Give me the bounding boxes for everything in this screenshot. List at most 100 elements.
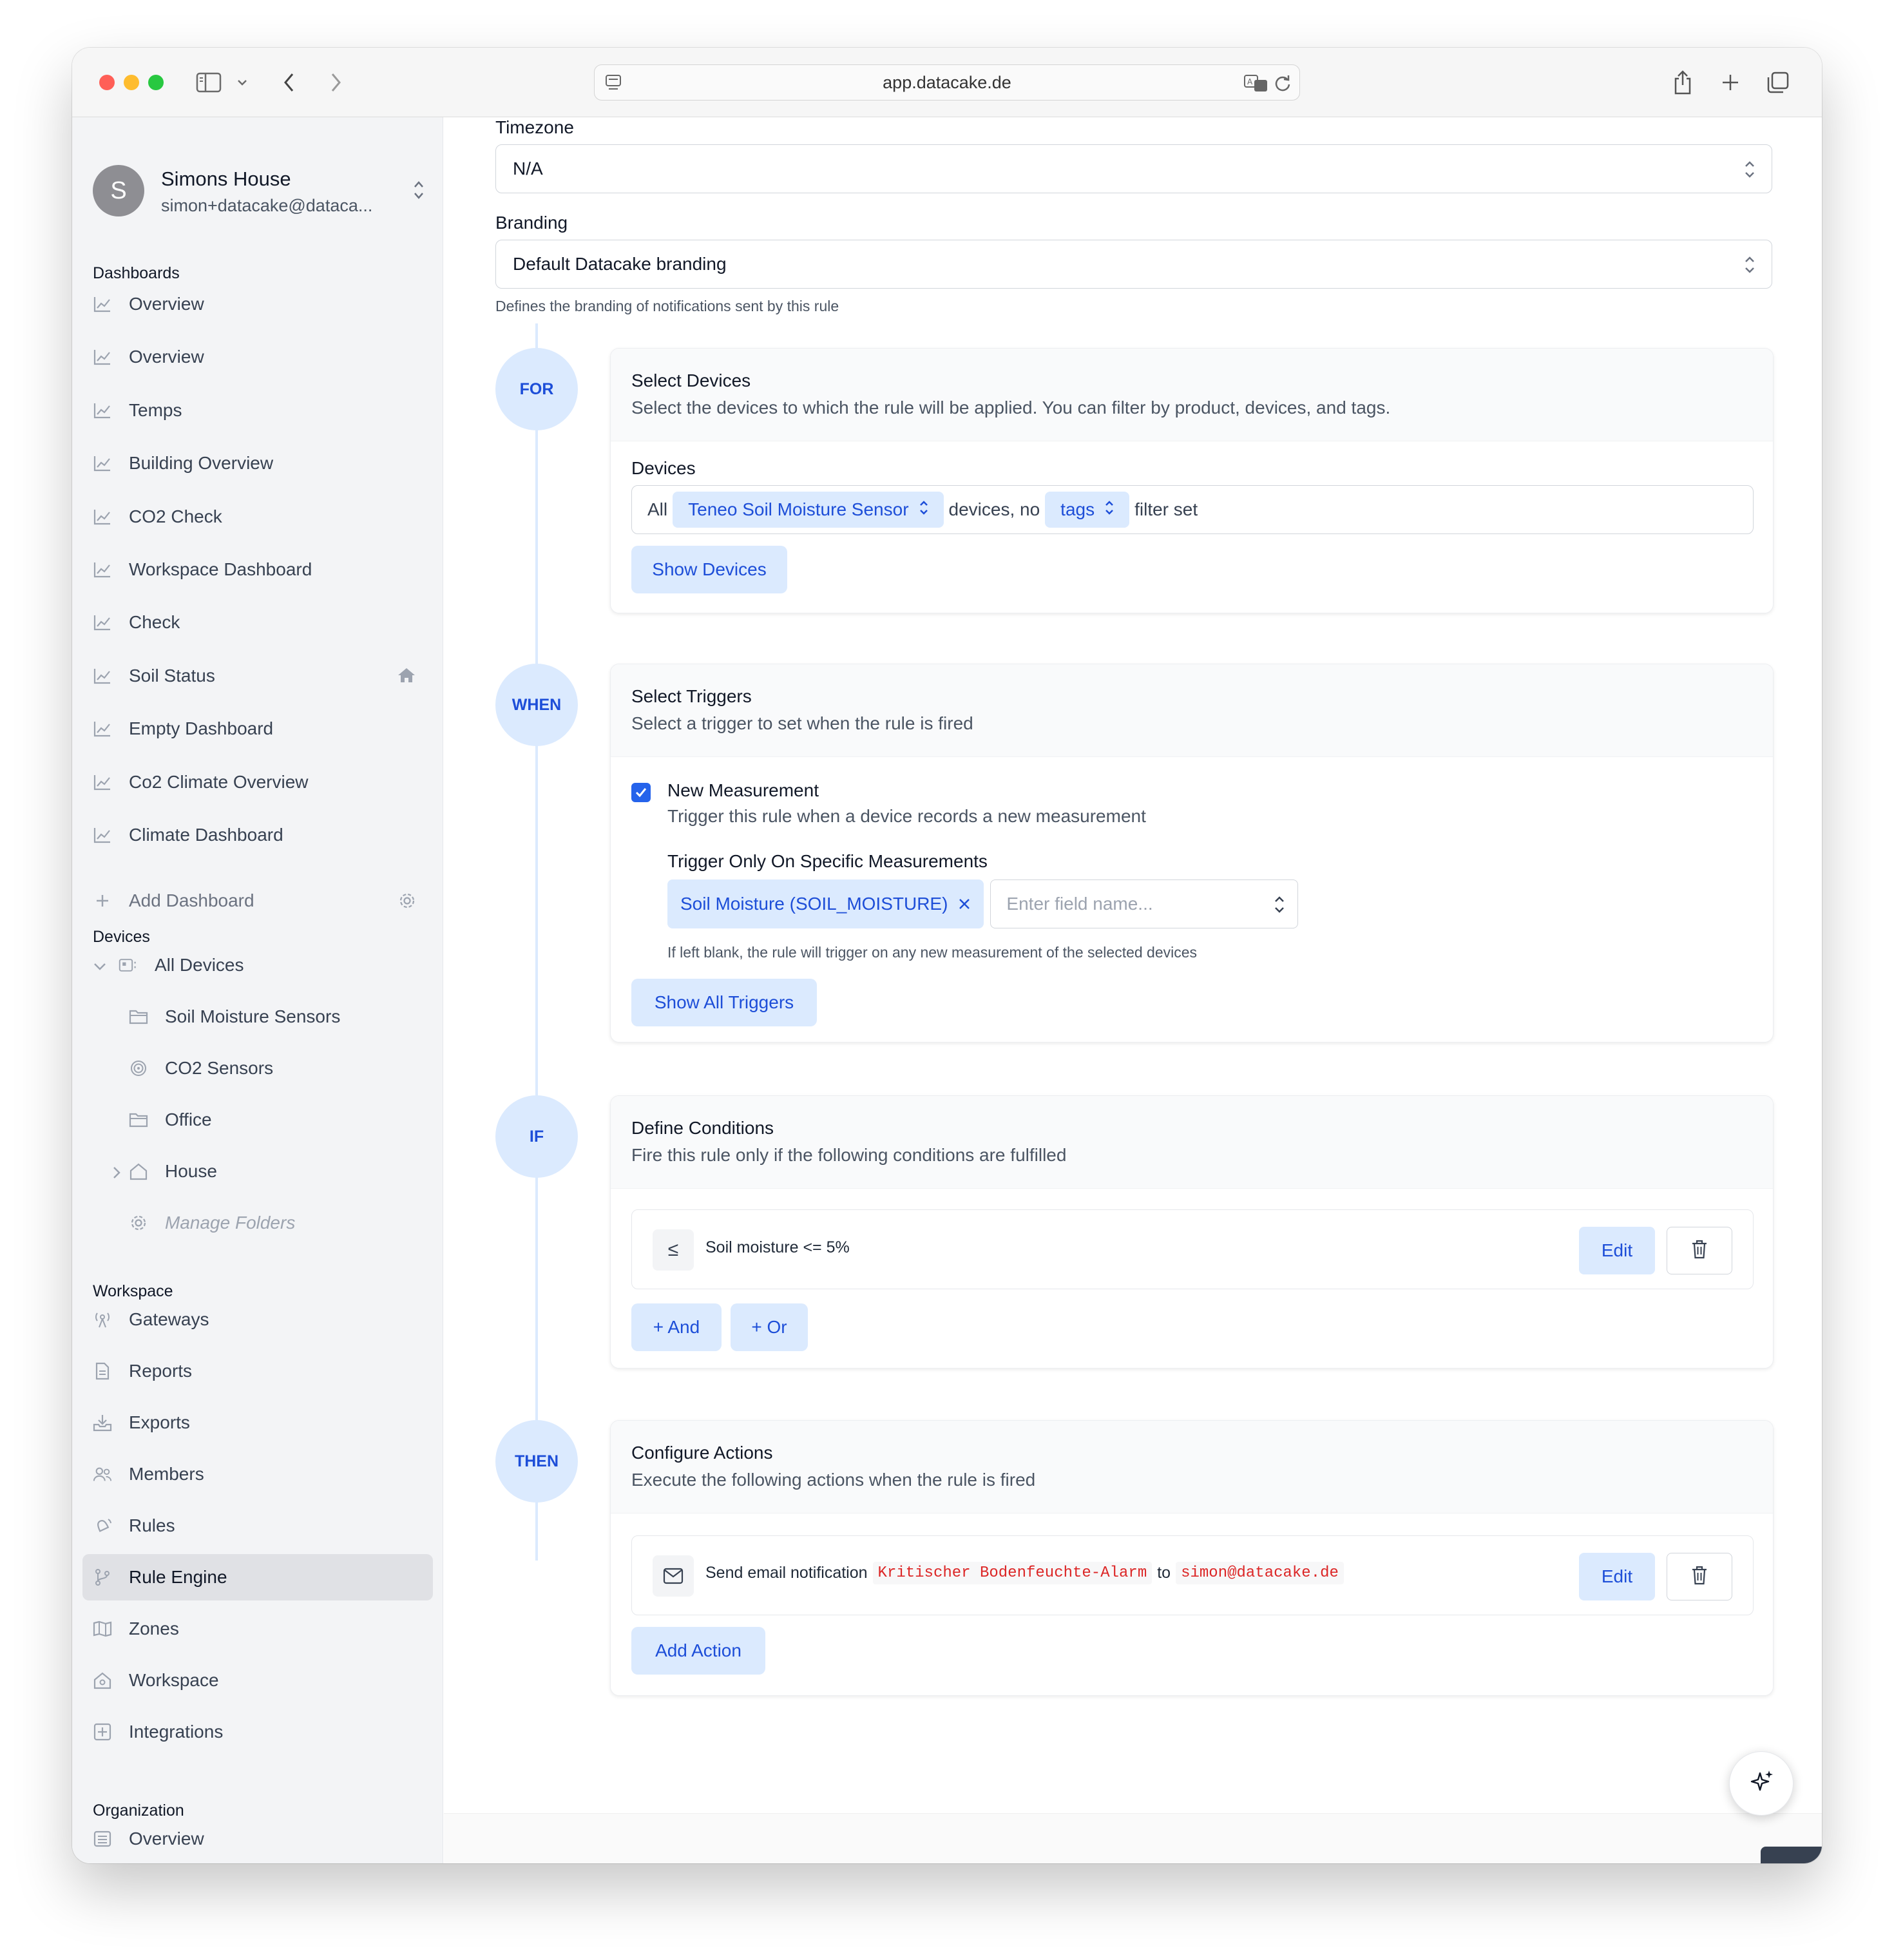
action-prefix: Send email notification [705, 1564, 868, 1582]
trigger-name: New Measurement [667, 780, 819, 800]
reload-icon[interactable] [1274, 74, 1292, 97]
new-measurement-checkbox[interactable] [631, 783, 651, 802]
sidebar-item-label: Workspace [129, 1670, 219, 1690]
sidebar-item-dashboard[interactable]: Soil Status [82, 653, 433, 699]
card-header: Configure Actions Execute the following … [611, 1421, 1773, 1513]
sidebar-item-dashboard[interactable]: Co2 Climate Overview [82, 759, 433, 805]
sidebar-item-label: Temps [129, 399, 182, 420]
sidebar-item-dashboard[interactable]: Check [82, 599, 433, 646]
sidebar-item-rule-engine[interactable]: Rule Engine [82, 1554, 433, 1600]
sidebar-item-members[interactable]: Members [82, 1451, 433, 1497]
add-and-condition-button[interactable]: + And [631, 1303, 722, 1351]
devices-label: Devices [631, 458, 696, 478]
chevron-down-icon[interactable] [234, 67, 250, 98]
sidebar-item-exports[interactable]: Exports [82, 1399, 433, 1446]
card-description: Fire this rule only if the following con… [631, 1145, 1067, 1165]
show-all-triggers-button[interactable]: Show All Triggers [631, 979, 817, 1026]
tab-overview-icon[interactable] [1765, 67, 1791, 98]
trigger-description: Trigger this rule when a device records … [667, 806, 1146, 826]
rule-editor: Timezone N/A Branding Default Datacake b… [444, 117, 1822, 1863]
chevron-right-icon[interactable] [110, 1164, 124, 1184]
back-arrow-icon[interactable] [280, 67, 299, 98]
show-devices-button[interactable]: Show Devices [631, 546, 787, 593]
sidebar-item-all-devices[interactable]: All Devices [82, 942, 433, 988]
step-badge-when: WHEN [495, 664, 578, 746]
sidebar-item-label: Check [129, 612, 180, 633]
add-dashboard-label: Add Dashboard [129, 890, 254, 910]
sidebar-item-integrations[interactable]: Integrations [82, 1709, 433, 1755]
manage-folders-link[interactable]: Manage Folders [82, 1200, 433, 1246]
chart-line-icon [93, 560, 112, 579]
step-badge-then: THEN [495, 1420, 578, 1503]
close-window-button[interactable] [99, 75, 115, 90]
sidebar-item-label: Gateways [129, 1309, 209, 1329]
remove-icon[interactable] [958, 898, 971, 910]
device-filter: All Teneo Soil Moisture Sensor devices, … [631, 485, 1754, 534]
branding-select[interactable]: Default Datacake branding [495, 240, 1772, 289]
edit-condition-button[interactable]: Edit [1579, 1227, 1655, 1274]
workspace-switcher[interactable]: S Simons House simon+datacake@dataca... [93, 164, 428, 218]
site-settings-icon[interactable] [605, 74, 622, 97]
sidebar-item-dashboard[interactable]: Climate Dashboard [82, 812, 433, 858]
sidebar-item-co2-sensors[interactable]: CO2 Sensors [82, 1045, 433, 1091]
chart-line-icon [93, 401, 112, 420]
sidebar-item-zones[interactable]: Zones [82, 1606, 433, 1652]
sidebar-item-rules[interactable]: Rules [82, 1503, 433, 1549]
forward-arrow-icon[interactable] [326, 67, 345, 98]
sidebar-toggle-icon[interactable] [195, 67, 223, 98]
sidebar-item-soil-moisture-sensors[interactable]: Soil Moisture Sensors [82, 994, 433, 1040]
filter-mid-text: devices, no [948, 499, 1040, 519]
sidebar-item-dashboard[interactable]: Overview [82, 281, 433, 327]
chevron-up-down-icon[interactable] [412, 179, 425, 204]
address-bar[interactable]: app.datacake.de A [594, 64, 1300, 101]
sidebar-item-workspace[interactable]: Workspace [82, 1657, 433, 1704]
ai-assistant-button[interactable] [1729, 1751, 1794, 1816]
chevron-down-icon[interactable] [93, 957, 107, 978]
url-text[interactable]: app.datacake.de [883, 73, 1011, 93]
sidebar-item-dashboard[interactable]: Overview [82, 334, 433, 380]
delete-action-button[interactable] [1667, 1553, 1732, 1600]
translate-icon[interactable]: A [1244, 74, 1268, 97]
sidebar-item-org-overview[interactable]: Overview [82, 1816, 433, 1862]
save-button[interactable]: Sav [1761, 1847, 1822, 1863]
product-select-pill[interactable]: Teneo Soil Moisture Sensor [673, 492, 944, 528]
sidebar-item-dashboard[interactable]: Workspace Dashboard [82, 546, 433, 593]
card-description: Select the devices to which the rule wil… [631, 398, 1391, 418]
add-or-condition-button[interactable]: + Or [731, 1303, 808, 1351]
measurement-field-select: Soil Moisture (SOIL_MOISTURE) Enter fiel… [667, 879, 1299, 928]
sidebar-item-label: Members [129, 1464, 204, 1484]
browser-window: app.datacake.de A S Simons House simon+d… [72, 48, 1822, 1863]
sidebar-item-dashboard[interactable]: Empty Dashboard [82, 706, 433, 752]
sidebar-item-office[interactable]: Office [82, 1097, 433, 1143]
sidebar-item-label: Reports [129, 1361, 193, 1381]
tags-select-pill[interactable]: tags [1045, 492, 1130, 528]
timezone-select[interactable]: N/A [495, 144, 1772, 193]
field-name-input[interactable]: Enter field name... [990, 879, 1299, 928]
card-header: Select Devices Select the devices to whi… [611, 349, 1773, 441]
select-devices-card: Select Devices Select the devices to whi… [610, 348, 1774, 613]
add-action-button[interactable]: Add Action [631, 1627, 765, 1675]
card-header: Define Conditions Fire this rule only if… [611, 1096, 1773, 1189]
sidebar-item-dashboard[interactable]: Building Overview [82, 440, 433, 486]
gear-icon[interactable] [398, 892, 416, 914]
sidebar-item-reports[interactable]: Reports [82, 1348, 433, 1394]
define-conditions-card: Define Conditions Fire this rule only if… [610, 1095, 1774, 1369]
edit-action-button[interactable]: Edit [1579, 1553, 1655, 1600]
sidebar-item-label: Zones [129, 1619, 179, 1638]
card-title: Select Triggers [631, 686, 752, 706]
sidebar-item-dashboard[interactable]: CO2 Check [82, 494, 433, 540]
sidebar-item-house[interactable]: House [82, 1148, 433, 1195]
sidebar-item-dashboard[interactable]: Temps [82, 387, 433, 434]
share-icon[interactable] [1670, 67, 1696, 98]
zoom-window-button[interactable] [148, 75, 164, 90]
delete-condition-button[interactable] [1667, 1227, 1732, 1274]
add-dashboard-button[interactable]: Add Dashboard [82, 878, 433, 924]
chevron-up-down-icon [1104, 499, 1115, 521]
sidebar-item-gateways[interactable]: Gateways [82, 1296, 433, 1343]
new-tab-icon[interactable] [1717, 67, 1743, 98]
branding-hint: Defines the branding of notifications se… [495, 298, 839, 314]
sidebar-item-label: Office [165, 1110, 212, 1129]
user-email: simon+datacake@dataca... [161, 196, 373, 215]
minimize-window-button[interactable] [124, 75, 139, 90]
selected-field-label: Soil Moisture (SOIL_MOISTURE) [680, 894, 948, 914]
